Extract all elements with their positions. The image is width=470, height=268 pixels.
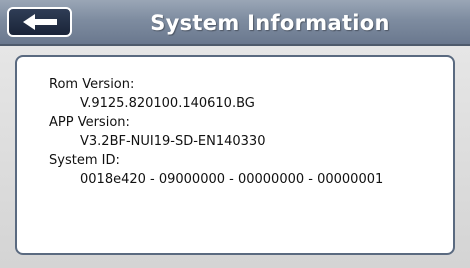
- page-title: System Information: [150, 11, 390, 35]
- system-id-label: System ID:: [49, 153, 120, 168]
- rom-version-value: V.9125.820100.140610.BG: [80, 96, 255, 111]
- back-button[interactable]: [7, 7, 72, 37]
- app-version-label: APP Version:: [49, 115, 130, 130]
- back-arrow-icon: [22, 14, 57, 30]
- title-bar: System Information: [0, 0, 470, 46]
- rom-version-label: Rom Version:: [49, 77, 135, 92]
- system-id-value: 0018e420 - 09000000 - 00000000 - 0000000…: [80, 172, 384, 187]
- app-version-value: V3.2BF-NUI19-SD-EN140330: [80, 134, 266, 149]
